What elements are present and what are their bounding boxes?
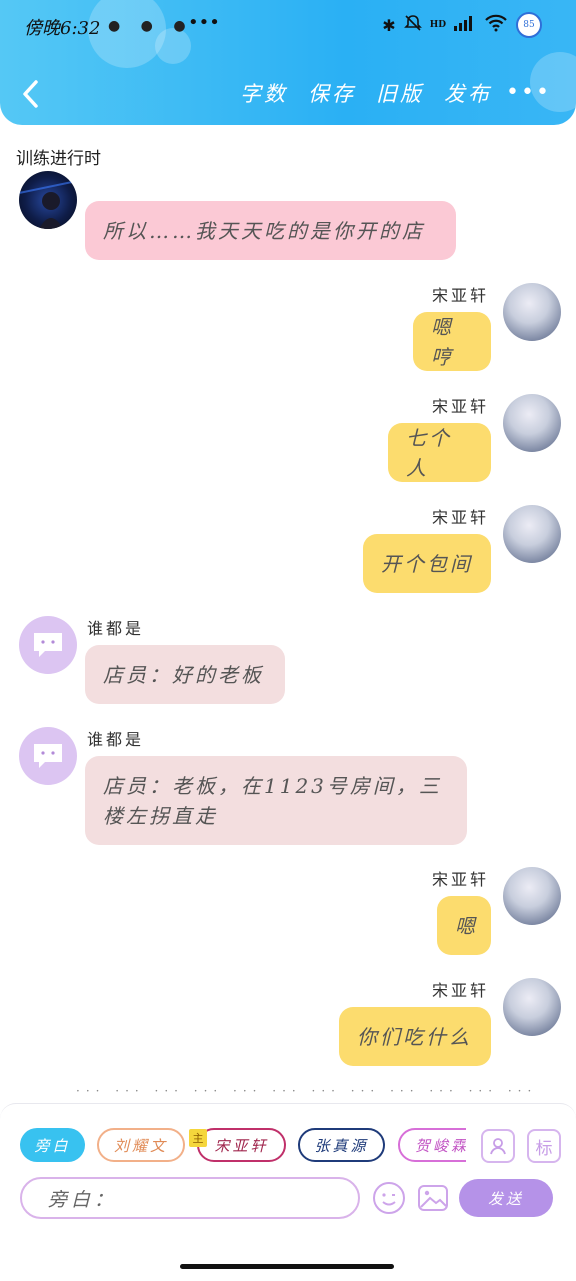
old-version-button[interactable]: 旧版 [376,78,424,108]
message-input[interactable]: 旁白： [20,1177,360,1219]
status-more-icon: ••• [188,12,220,33]
wifi-icon [484,14,508,36]
nav-actions: 字数 保存 旧版 发布 [240,78,492,108]
mute-icon [403,14,422,36]
role-chip-narrator[interactable]: 旁白 [20,1128,85,1162]
avatar[interactable] [503,505,561,563]
sender-name: 宋亚轩 [432,508,490,527]
main-role-tag: 主 [189,1129,207,1147]
role-chip[interactable]: 刘耀文 [97,1128,185,1162]
signal-icon [454,15,476,35]
message-bubble[interactable]: 你们吃什么 [339,1007,491,1066]
sender-name: 宋亚轩 [432,286,490,305]
app-header: 傍晚6:32 ● ● ● ••• ✱ HD 85 字数 保存 旧版 发布 ••• [0,0,576,125]
battery-icon: 85 [516,12,542,38]
role-chip[interactable]: 宋亚轩 [197,1128,286,1162]
avatar[interactable] [19,171,77,229]
status-time: 傍晚6:32 [24,18,101,39]
avatar[interactable] [19,727,77,785]
bluetooth-icon: ✱ [382,15,396,35]
image-icon[interactable] [416,1181,450,1215]
home-indicator [180,1264,394,1269]
chat-bubble-icon [34,744,62,768]
avatar[interactable] [503,394,561,452]
sender-name: 宋亚轩 [432,981,490,1000]
message-bubble[interactable]: 店员：好的老板 [85,645,285,704]
message-bubble[interactable]: 七个人 [388,423,491,482]
message-bubble[interactable]: 店员：老板，在1123号房间，三 楼左拐直走 [85,756,467,845]
message-bubble[interactable]: 所以……我天天吃的是你开的店 [85,201,456,260]
role-chip[interactable]: 贺峻霖 [398,1128,466,1162]
tag-icon[interactable]: 标 [527,1129,561,1163]
sender-name: 宋亚轩 [432,870,490,889]
message-bubble[interactable]: 开个包间 [363,534,491,593]
role-chip[interactable]: 张真源 [298,1128,385,1162]
more-menu-button[interactable]: ••• [506,80,551,105]
back-button[interactable] [18,76,46,112]
avatar[interactable] [19,616,77,674]
add-role-icon[interactable] [481,1129,515,1163]
avatar[interactable] [503,978,561,1036]
status-right-icons: ✱ HD 85 [382,12,542,38]
chat-bubble-icon [34,633,62,657]
emoji-icon[interactable] [372,1181,406,1215]
avatar[interactable] [503,283,561,341]
sender-name: 谁都是 [87,730,145,749]
status-notification-dots: ● ● ● [108,18,194,34]
sender-name: 宋亚轩 [432,397,490,416]
role-chip-clip: 贺峻霖 [398,1128,466,1162]
word-count-button[interactable]: 字数 [240,78,288,108]
publish-button[interactable]: 发布 [444,78,492,108]
message-bubble[interactable]: 嗯哼 [413,312,491,371]
send-button[interactable]: 发送 [459,1179,553,1217]
hd-signal-icon: HD [429,20,446,30]
avatar[interactable] [503,867,561,925]
section-title: 训练进行时 [16,149,101,169]
sender-name: 谁都是 [87,619,145,638]
message-bubble[interactable]: 嗯 [437,896,491,955]
save-button[interactable]: 保存 [308,78,356,108]
